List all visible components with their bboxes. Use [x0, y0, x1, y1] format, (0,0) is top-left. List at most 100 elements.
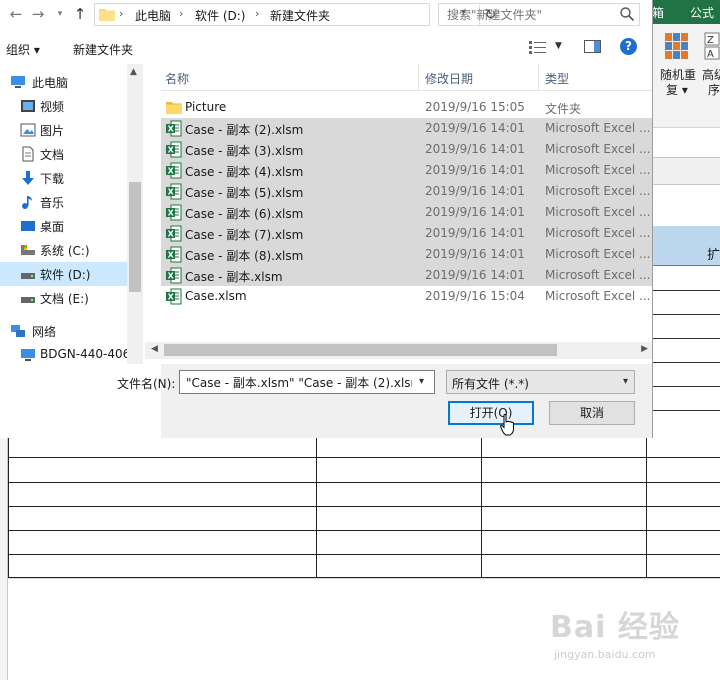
file-row[interactable]: Picture 2019/9/16 15:05 文件夹 [161, 97, 652, 118]
file-date: 2019/9/16 15:05 [425, 100, 525, 114]
search-box[interactable] [438, 3, 640, 26]
breadcrumb-separator[interactable]: › [179, 7, 183, 20]
column-divider[interactable] [418, 64, 419, 91]
nav-item-bdgn-pc[interactable]: BDGN-440-406 [0, 343, 131, 364]
file-type: Microsoft Excel ... [545, 163, 651, 177]
row-line [652, 338, 720, 339]
nav-label: BDGN-440-406 [40, 347, 131, 361]
shuffle-button-label-2[interactable]: 复 ▾ [666, 81, 688, 98]
breadcrumb-separator[interactable]: › [119, 7, 123, 20]
file-row[interactable]: X Case - 副本 (6).xlsm 2019/9/16 14:01 Micros… [161, 202, 652, 223]
file-date: 2019/9/16 14:01 [425, 247, 525, 261]
formula-area [652, 157, 720, 185]
filename-dropdown-icon[interactable]: ▾ [419, 376, 424, 387]
search-input[interactable] [439, 4, 619, 25]
header-cell[interactable]: 扩 [652, 226, 720, 266]
nav-scrollbar[interactable]: ▲ [127, 64, 143, 364]
ribbon-tab-partial[interactable]: 箱 [652, 4, 664, 21]
svg-text:X: X [168, 209, 175, 218]
horizontal-scrollbar[interactable]: ◀ ▶ [145, 342, 652, 359]
excel-file-icon: X [166, 183, 182, 200]
nav-item-videos[interactable]: 视频 [0, 94, 127, 118]
back-icon[interactable]: ← [6, 4, 26, 24]
nav-item-drive-d[interactable]: 软件 (D:) [0, 262, 127, 286]
filename-input[interactable] [179, 370, 435, 394]
svg-text:A: A [707, 49, 714, 60]
nav-item-downloads[interactable]: 下载 [0, 166, 127, 190]
file-row[interactable]: X Case - 副本 (2).xlsm 2019/9/16 14:01 Micros… [161, 118, 652, 139]
desktop-icon [21, 221, 35, 231]
breadcrumb-new-folder[interactable]: 新建文件夹 [270, 7, 330, 24]
nav-item-drive-c[interactable]: 系统 (C:) [0, 238, 127, 262]
file-name: Case - 副本 (6).xlsm [185, 207, 304, 221]
column-date-header[interactable]: 修改日期 [425, 70, 473, 87]
nav-label: 下载 [40, 172, 65, 186]
column-name-header[interactable]: 名称 [165, 70, 189, 87]
nav-item-music[interactable]: 音乐 [0, 190, 127, 214]
help-icon[interactable]: ? [620, 38, 637, 55]
advanced-sort-label-2[interactable]: 序 [708, 81, 720, 98]
file-name: Case - 副本 (7).xlsm [185, 228, 304, 242]
open-button[interactable]: 打开(O) [448, 401, 534, 425]
file-row[interactable]: X Case - 副本 (4).xlsm 2019/9/16 14:01 Micros… [161, 160, 652, 181]
sort-az-icon[interactable]: Z A [704, 32, 720, 62]
scroll-right-icon[interactable]: ▶ [641, 344, 648, 354]
file-list: ⌃ 名称 修改日期 类型 Picture 2019/9/16 15:05 文件夹 X C… [161, 64, 652, 342]
svg-text:X: X [168, 272, 175, 281]
file-row[interactable]: X Case - 副本.xlsm 2019/9/16 14:01 Microsoft … [161, 265, 652, 286]
file-row[interactable]: X Case - 副本 (3).xlsm 2019/9/16 14:01 Micros… [161, 139, 652, 160]
organize-button[interactable]: 组织 ▾ [6, 41, 40, 58]
nav-item-desktop[interactable]: 桌面 [0, 214, 127, 238]
nav-item-documents[interactable]: 文档 [0, 142, 127, 166]
file-row[interactable]: X Case - 副本 (8).xlsm 2019/9/16 14:01 Micros… [161, 244, 652, 265]
file-date: 2019/9/16 14:01 [425, 205, 525, 219]
address-box[interactable]: › 此电脑 › 软件 (D:) › 新建文件夹 ▾ ↻ [94, 3, 496, 26]
file-date: 2019/9/16 14:01 [425, 184, 525, 198]
file-row[interactable]: X Case.xlsm 2019/9/16 15:04 Microsoft Excel… [161, 286, 652, 307]
horizontal-scroll-thumb[interactable] [164, 344, 557, 356]
nav-item-drive-e[interactable]: 文档 (E:) [0, 286, 127, 310]
svg-text:X: X [168, 293, 175, 302]
svg-text:Z: Z [707, 35, 714, 46]
column-headers: ⌃ 名称 修改日期 类型 [161, 64, 652, 91]
forward-icon[interactable]: → [28, 4, 48, 24]
nav-item-network[interactable]: 网络 [0, 319, 127, 343]
view-options-icon[interactable] [529, 40, 547, 54]
up-icon[interactable]: ↑ [70, 4, 90, 24]
video-icon [21, 100, 35, 112]
watermark-brand: Bai 经验 [550, 610, 680, 645]
cell-grid[interactable] [8, 437, 720, 578]
svg-text:X: X [168, 251, 175, 260]
file-date: 2019/9/16 14:01 [425, 142, 525, 156]
shuffle-grid-icon[interactable] [664, 32, 690, 62]
preview-pane-icon[interactable] [584, 40, 602, 54]
scroll-left-icon[interactable]: ◀ [151, 344, 158, 354]
nav-item-pictures[interactable]: 图片 [0, 118, 127, 142]
file-date: 2019/9/16 14:01 [425, 121, 525, 135]
scroll-up-icon[interactable]: ▲ [130, 67, 137, 77]
new-folder-button[interactable]: 新建文件夹 [73, 41, 133, 58]
breadcrumb-drive-d[interactable]: 软件 (D:) [195, 7, 245, 24]
cancel-button[interactable]: 取消 [549, 401, 635, 425]
mouse-cursor-icon [500, 414, 514, 436]
nav-item-this-pc[interactable]: 此电脑 [0, 70, 127, 94]
view-dropdown-icon[interactable]: ▼ [555, 41, 562, 51]
nav-label: 视频 [40, 100, 65, 114]
svg-text:X: X [168, 188, 175, 197]
nav-scroll-thumb[interactable] [129, 182, 141, 292]
drive-icon [21, 273, 35, 279]
column-type-header[interactable]: 类型 [545, 70, 569, 87]
nav-label: 图片 [40, 124, 65, 138]
ribbon-tab-formulas[interactable]: 公式 [690, 4, 714, 21]
file-row[interactable]: X Case - 副本 (7).xlsm 2019/9/16 14:01 Micros… [161, 223, 652, 244]
column-divider[interactable] [538, 64, 539, 91]
search-icon[interactable] [619, 6, 635, 22]
file-type: Microsoft Excel ... [545, 226, 651, 240]
breadcrumb-this-pc[interactable]: 此电脑 [135, 7, 171, 24]
file-type-select[interactable]: 所有文件 (*.*) ▾ [446, 370, 635, 394]
recent-locations-icon[interactable]: ▾ [50, 4, 70, 24]
file-name: Case - 副本 (3).xlsm [185, 144, 304, 158]
nav-label: 网络 [32, 325, 57, 339]
file-row[interactable]: X Case - 副本 (5).xlsm 2019/9/16 14:01 Micros… [161, 181, 652, 202]
breadcrumb-separator[interactable]: › [255, 7, 259, 20]
